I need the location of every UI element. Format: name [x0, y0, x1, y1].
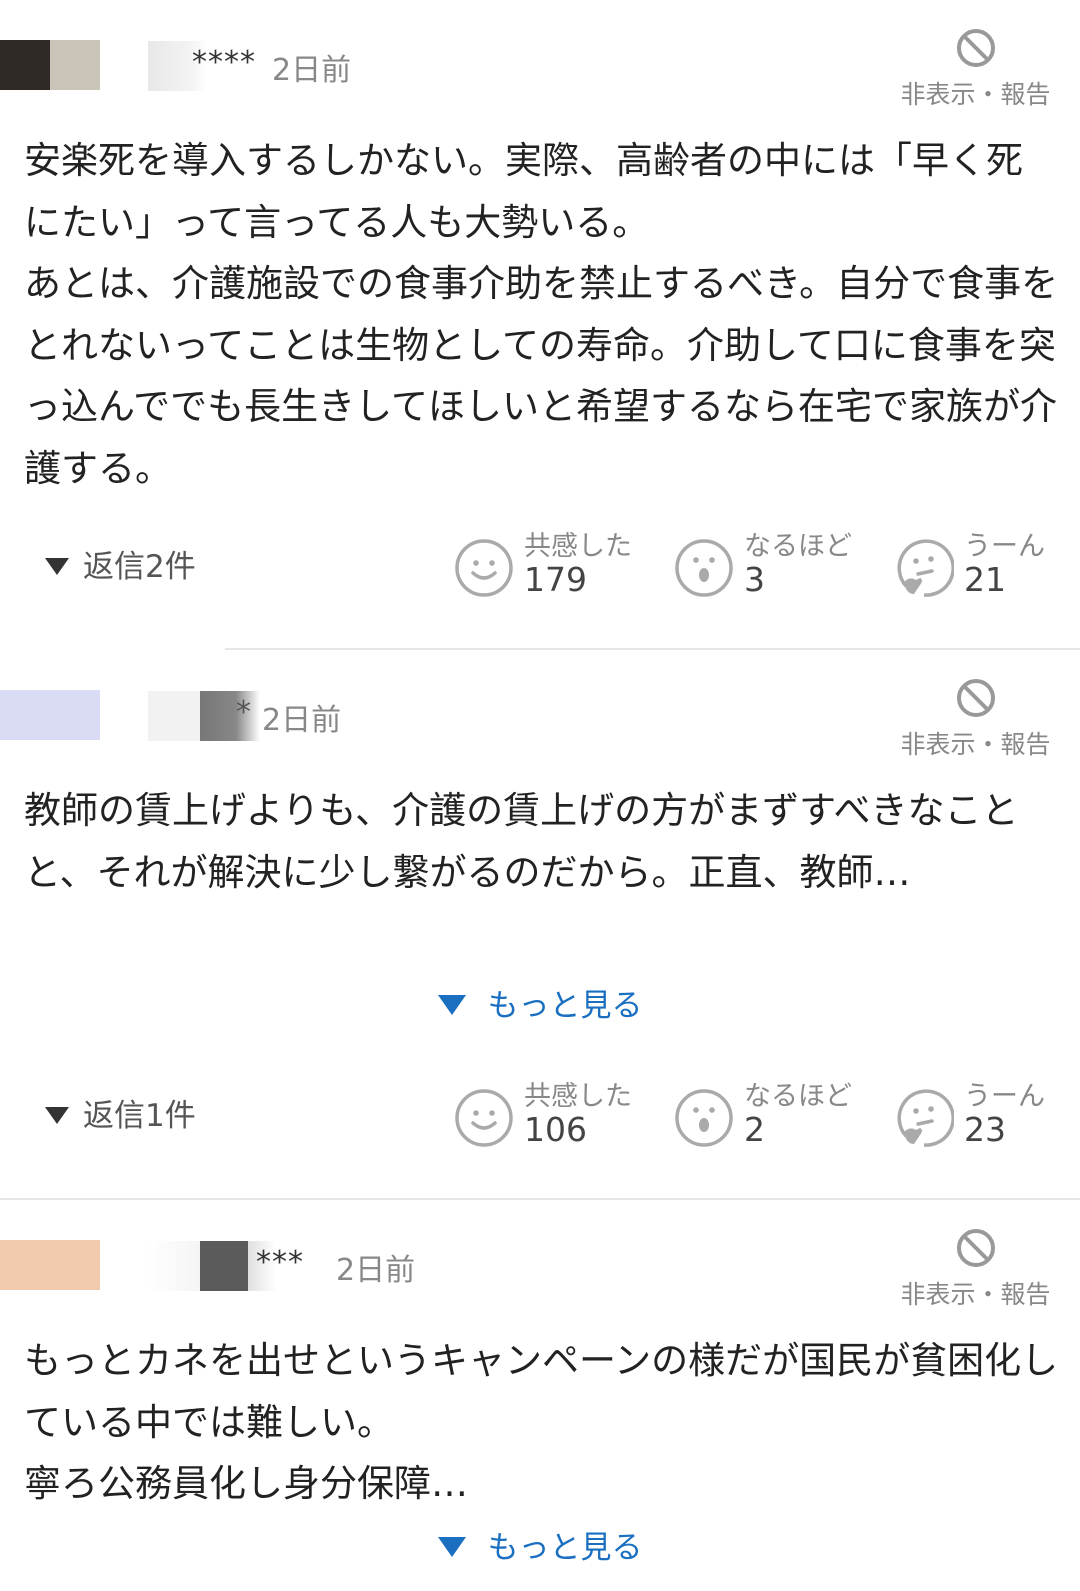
reaction-count: 21	[964, 560, 1006, 599]
reaction-label: なるほど	[744, 1081, 852, 1112]
smile-icon	[455, 539, 513, 597]
comment-body: 安楽死を導入するしかない。実際、高齢者の中には「早く死にたい」って言ってる人も大…	[24, 130, 1059, 499]
reaction-count: 106	[524, 1110, 587, 1149]
block-icon	[956, 679, 995, 717]
reaction-agree-button[interactable]: 共感した 106	[454, 1080, 644, 1160]
show-more-label: もっと見る	[487, 1530, 643, 1566]
surprised-icon	[675, 539, 733, 597]
hide-report-button[interactable]: 非表示・報告	[893, 677, 1058, 761]
username[interactable]: ****	[148, 41, 268, 91]
thinking-icon	[897, 1089, 954, 1147]
replies-label: 返信1件	[83, 1098, 196, 1134]
hide-report-button[interactable]: 非表示・報告	[893, 27, 1058, 111]
reaction-label: 共感した	[524, 531, 632, 562]
caret-down-icon	[437, 994, 466, 1015]
username-text: ***	[256, 1245, 304, 1280]
comment-item: * 2日前 非表示・報告 教師の賃上げよりも、介護の賃上げの方がまずすべきなこと…	[0, 650, 1080, 1190]
reaction-count: 3	[744, 560, 765, 599]
reaction-label: うーん	[964, 1081, 1045, 1112]
timestamp: 2日前	[336, 1253, 416, 1288]
reaction-count: 23	[964, 1110, 1006, 1149]
hide-report-label: 非表示・報告	[900, 1280, 1051, 1309]
block-icon	[956, 1229, 995, 1267]
comment-item: **** 2日前 非表示・報告 安楽死を導入するしかない。実際、高齢者の中には「…	[0, 0, 1080, 640]
reaction-insight-button[interactable]: なるほど 3	[674, 530, 864, 610]
comment-body: もっとカネを出せというキャンペーンの様だが国民が貧困化している中では難しい。 寧…	[24, 1330, 1059, 1515]
timestamp: 2日前	[272, 53, 352, 88]
reaction-agree-button[interactable]: 共感した 179	[454, 530, 644, 610]
smile-icon	[455, 1089, 513, 1147]
show-more-link[interactable]: もっと見る	[0, 980, 1080, 1025]
surprised-icon	[675, 1089, 733, 1147]
reaction-insight-button[interactable]: なるほど 2	[674, 1080, 864, 1160]
caret-down-icon	[45, 558, 69, 575]
avatar[interactable]	[0, 40, 100, 90]
replies-toggle[interactable]: 返信1件	[45, 1090, 196, 1135]
reaction-count: 2	[744, 1110, 765, 1149]
reaction-label: うーん	[964, 531, 1045, 562]
comment-text: もっとカネを出せというキャンペーンの様だが国民が貧困化している中では難しい。	[24, 1339, 1059, 1444]
reaction-hmm-button[interactable]: うーん 21	[894, 530, 1064, 610]
username[interactable]: *	[148, 691, 268, 741]
comment-body: 教師の賃上げよりも、介護の賃上げの方がまずすべきなことと、それが解決に少し繋がる…	[24, 780, 1059, 903]
username[interactable]: ***	[148, 1241, 328, 1291]
comment-text: 寧ろ公務員化し身分保障…	[24, 1462, 468, 1505]
comment-text: あとは、介護施設での食事介助を禁止するべき。自分で食事をとれないってことは生物と…	[24, 262, 1059, 490]
replies-label: 返信2件	[83, 549, 196, 585]
caret-down-icon	[437, 1536, 466, 1557]
username-text: *	[236, 695, 252, 730]
replies-toggle[interactable]: 返信2件	[45, 541, 196, 586]
show-more-label: もっと見る	[487, 988, 643, 1024]
hide-report-button[interactable]: 非表示・報告	[893, 1227, 1058, 1311]
reaction-label: 共感した	[524, 1081, 632, 1112]
reaction-hmm-button[interactable]: うーん 23	[894, 1080, 1064, 1160]
thinking-icon	[897, 539, 954, 597]
username-text: ****	[192, 45, 256, 80]
reaction-label: なるほど	[744, 531, 852, 562]
comment-text: 教師の賃上げよりも、介護の賃上げの方がまずすべきなことと、それが解決に少し繋がる…	[24, 789, 1019, 894]
comment-text: 安楽死を導入するしかない。実際、高齢者の中には「早く死にたい」って言ってる人も大…	[24, 139, 1023, 244]
avatar[interactable]	[0, 1240, 100, 1290]
timestamp: 2日前	[262, 703, 342, 738]
hide-report-label: 非表示・報告	[900, 80, 1051, 109]
comment-item: *** 2日前 非表示・報告 もっとカネを出せというキャンペーンの様だが国民が貧…	[0, 1200, 1080, 1591]
show-more-link[interactable]: もっと見る	[0, 1522, 1080, 1567]
avatar[interactable]	[0, 690, 100, 740]
hide-report-label: 非表示・報告	[900, 730, 1051, 759]
block-icon	[956, 29, 995, 67]
reaction-count: 179	[524, 560, 587, 599]
caret-down-icon	[45, 1107, 69, 1124]
